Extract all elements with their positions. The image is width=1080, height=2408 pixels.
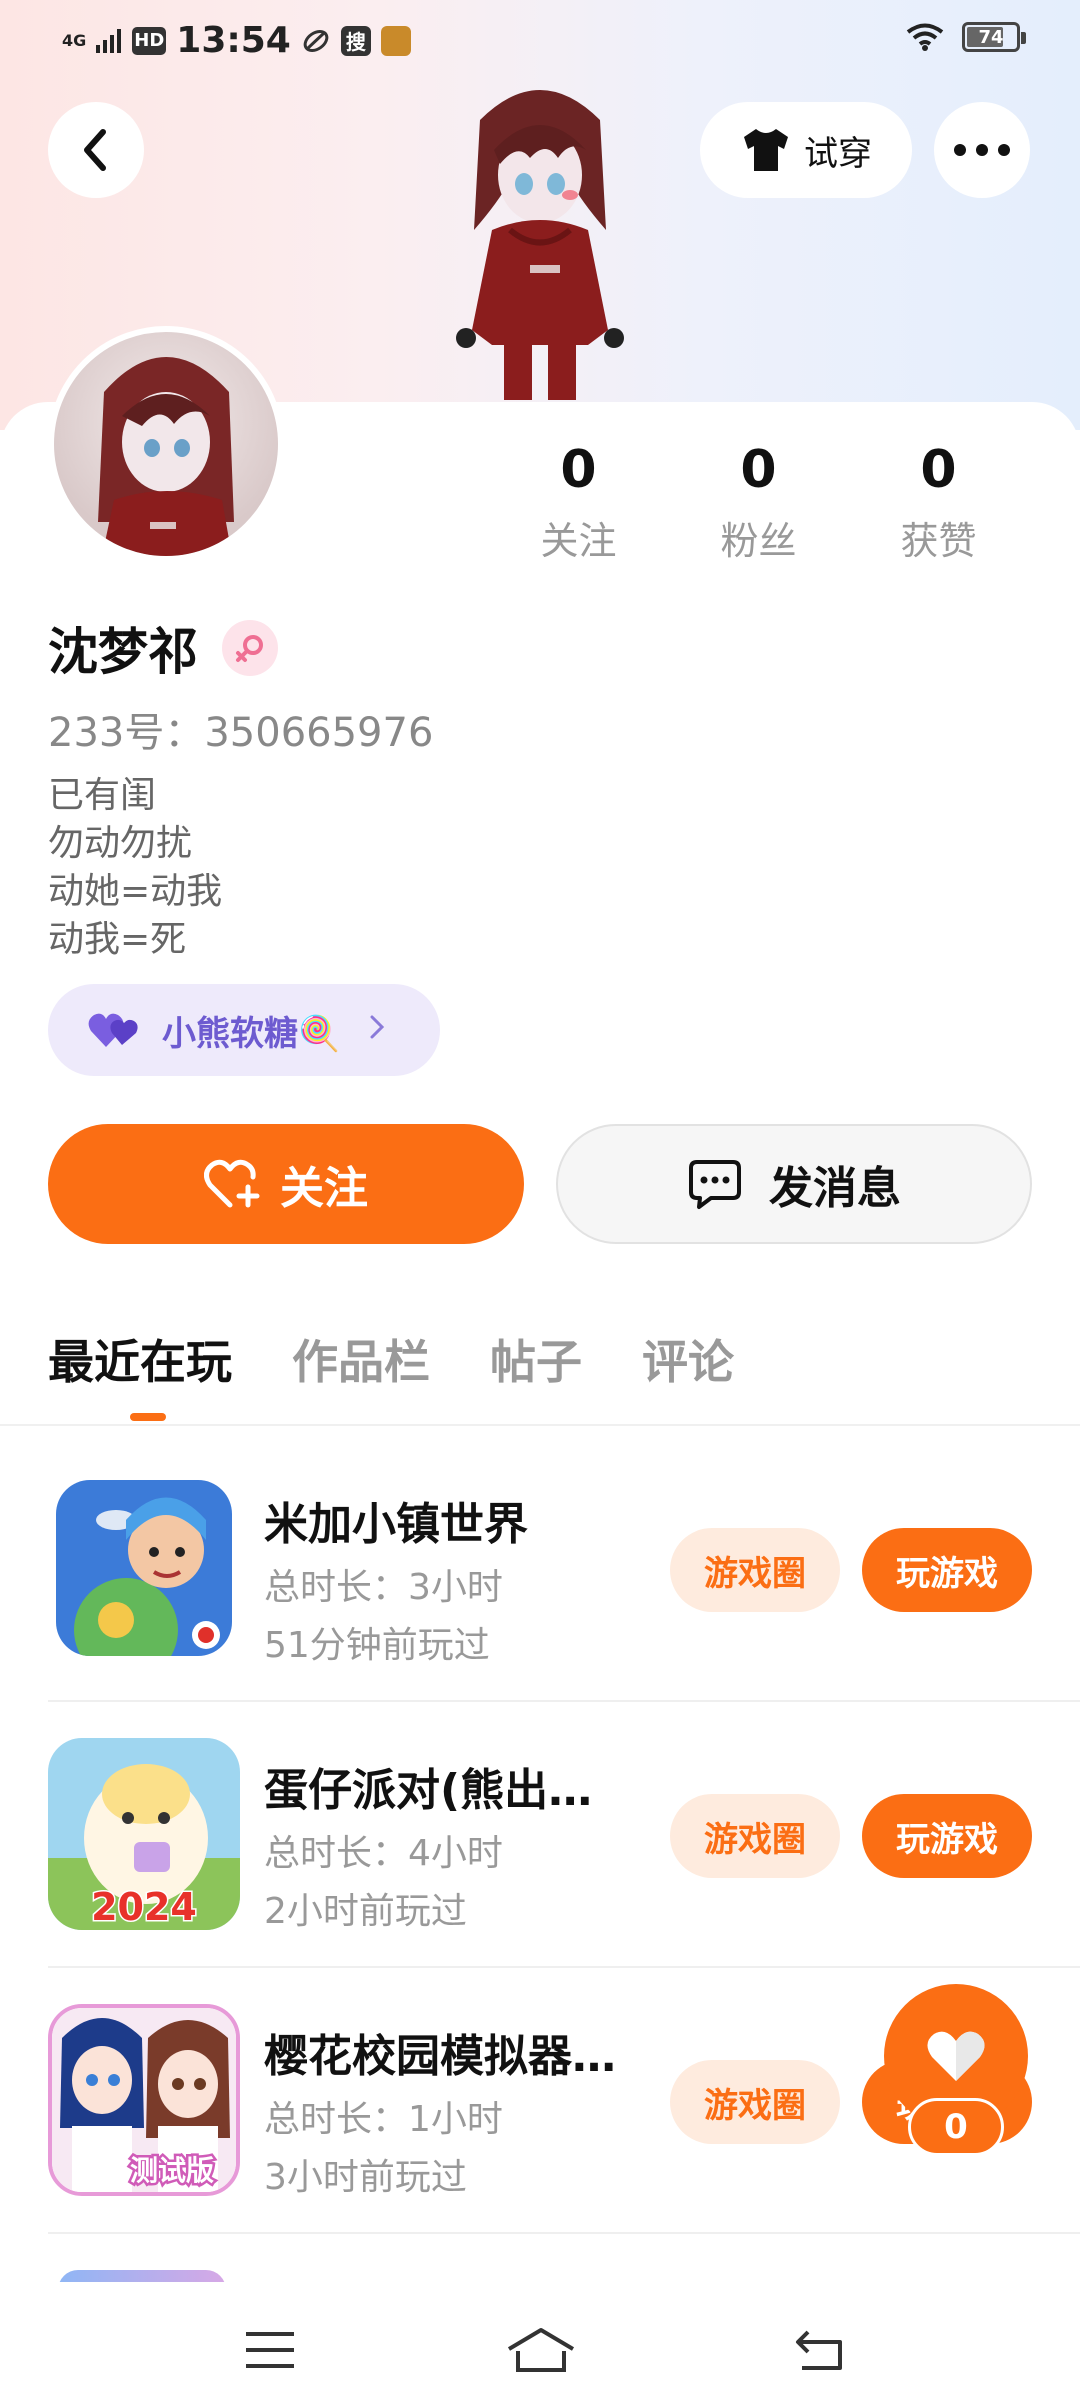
wifi-icon xyxy=(906,23,944,51)
bio: 已有闺 勿动勿扰 动她=动我 动我=死 xyxy=(48,772,222,964)
game-app-icon xyxy=(380,25,411,56)
play-game-button[interactable]: 玩游戏 xyxy=(862,1528,1032,1612)
game-title: 蛋仔派对(熊出… xyxy=(264,1765,593,1816)
tab-works[interactable]: 作品栏 xyxy=(292,1326,430,1392)
game-circle-button[interactable]: 游戏圈 xyxy=(670,2060,840,2144)
relationship-tag[interactable]: 小熊软糖🍭 xyxy=(48,984,440,1076)
stat-likes[interactable]: 0 获赞 xyxy=(847,440,1030,565)
home-nav-button[interactable] xyxy=(506,2322,576,2378)
last-played: 3小时前玩过 xyxy=(264,2157,467,2198)
game-icon xyxy=(56,1480,232,1656)
avatar[interactable] xyxy=(48,326,284,562)
leaf-app-icon xyxy=(301,26,331,56)
game-icon: 测试版 xyxy=(48,2004,240,2196)
return-arrow-icon xyxy=(796,2330,842,2370)
game-circle-button[interactable]: 游戏圈 xyxy=(670,1794,840,1878)
profile-tabs: 最近在玩 作品栏 帖子 评论 xyxy=(48,1326,734,1392)
menu-lines-icon xyxy=(246,2332,294,2368)
bio-line: 动她=动我 xyxy=(48,871,223,912)
more-options-button[interactable] xyxy=(934,102,1030,198)
list-item[interactable]: 米加小镇世界 总时长：3小时 51分钟前玩过 游戏圈 玩游戏 xyxy=(48,1436,1080,1702)
tag-label: 小熊软糖🍭 xyxy=(162,1013,341,1054)
bio-line: 勿动勿扰 xyxy=(48,823,193,864)
stat-value: 0 xyxy=(740,440,777,500)
tshirt-icon xyxy=(744,129,788,171)
game-circle-button[interactable]: 游戏圈 xyxy=(670,1528,840,1612)
system-navigation-bar xyxy=(0,2282,1080,2408)
user-id: 233号：350665976 xyxy=(48,710,434,756)
status-bar: 4G HD 13:54 搜 74 xyxy=(0,0,1080,84)
game-title: 樱花校园模拟器… xyxy=(264,2031,616,2082)
active-tab-indicator xyxy=(130,1413,166,1421)
more-dots-icon xyxy=(954,144,1010,156)
stat-label: 关注 xyxy=(540,519,617,563)
divider xyxy=(0,1424,1080,1426)
profile-stats: 0 关注 0 粉丝 0 获赞 xyxy=(490,440,1030,565)
double-heart-icon xyxy=(88,1013,138,1047)
message-label: 发消息 xyxy=(769,1163,901,1214)
list-item[interactable]: 2024 蛋仔派对(熊出… 总时长：4小时 2小时前玩过 游戏圈 玩游戏 xyxy=(48,1702,1080,1968)
like-count-badge: 0 xyxy=(908,2098,1004,2156)
divider xyxy=(48,2232,1080,2234)
back-nav-button[interactable] xyxy=(790,2322,850,2378)
svg-text:2024: 2024 xyxy=(91,1885,197,1929)
last-played: 2小时前玩过 xyxy=(264,1891,467,1932)
play-duration: 总时长：3小时 xyxy=(264,1567,503,1608)
tab-comments[interactable]: 评论 xyxy=(642,1326,734,1392)
tab-recently-played[interactable]: 最近在玩 xyxy=(48,1326,232,1392)
game-title: 米加小镇世界 xyxy=(264,1499,528,1550)
username-row: 沈梦祁 xyxy=(48,612,278,684)
bio-line: 动我=死 xyxy=(48,919,187,960)
try-on-button[interactable]: 试穿 xyxy=(700,102,912,198)
follow-label: 关注 xyxy=(280,1163,368,1214)
signal-icon xyxy=(96,28,122,53)
stat-value: 0 xyxy=(920,440,957,500)
hd-badge: HD xyxy=(132,26,167,55)
tab-posts[interactable]: 帖子 xyxy=(490,1326,582,1392)
username: 沈梦祁 xyxy=(48,623,198,681)
stat-label: 粉丝 xyxy=(720,519,797,563)
send-message-button[interactable]: 发消息 xyxy=(556,1124,1032,1244)
stat-following[interactable]: 0 关注 xyxy=(487,440,670,565)
search-app-icon: 搜 xyxy=(340,25,371,56)
menu-nav-button[interactable] xyxy=(240,2322,300,2378)
game-icon: 2024 xyxy=(48,1738,240,1930)
status-time: 13:54 xyxy=(176,20,291,61)
avatar-character-image xyxy=(456,90,624,400)
svg-text:测试版: 测试版 xyxy=(130,2154,214,2187)
follow-button[interactable]: 关注 xyxy=(48,1124,524,1244)
stat-followers[interactable]: 0 粉丝 xyxy=(667,440,850,565)
avatar-image xyxy=(98,357,234,556)
female-gender-icon xyxy=(222,620,278,676)
battery-indicator: 74 xyxy=(962,22,1026,52)
chevron-left-icon xyxy=(84,129,106,171)
chat-bubble-icon xyxy=(689,1160,741,1209)
home-icon xyxy=(507,2328,575,2372)
stat-label: 获赞 xyxy=(900,519,977,563)
heart-icon xyxy=(927,2031,985,2081)
heart-plus-icon xyxy=(204,1159,260,1208)
chevron-right-icon xyxy=(368,1010,386,1050)
play-game-button[interactable]: 玩游戏 xyxy=(862,1794,1032,1878)
play-duration: 总时长：4小时 xyxy=(264,1833,503,1874)
play-duration: 总时长：1小时 xyxy=(264,2099,503,2140)
back-button[interactable] xyxy=(48,102,144,198)
network-indicator: 4G xyxy=(62,30,87,50)
stat-value: 0 xyxy=(560,440,597,500)
try-on-label: 试穿 xyxy=(804,133,872,174)
last-played: 51分钟前玩过 xyxy=(264,1625,490,1666)
bio-line: 已有闺 xyxy=(48,775,157,816)
